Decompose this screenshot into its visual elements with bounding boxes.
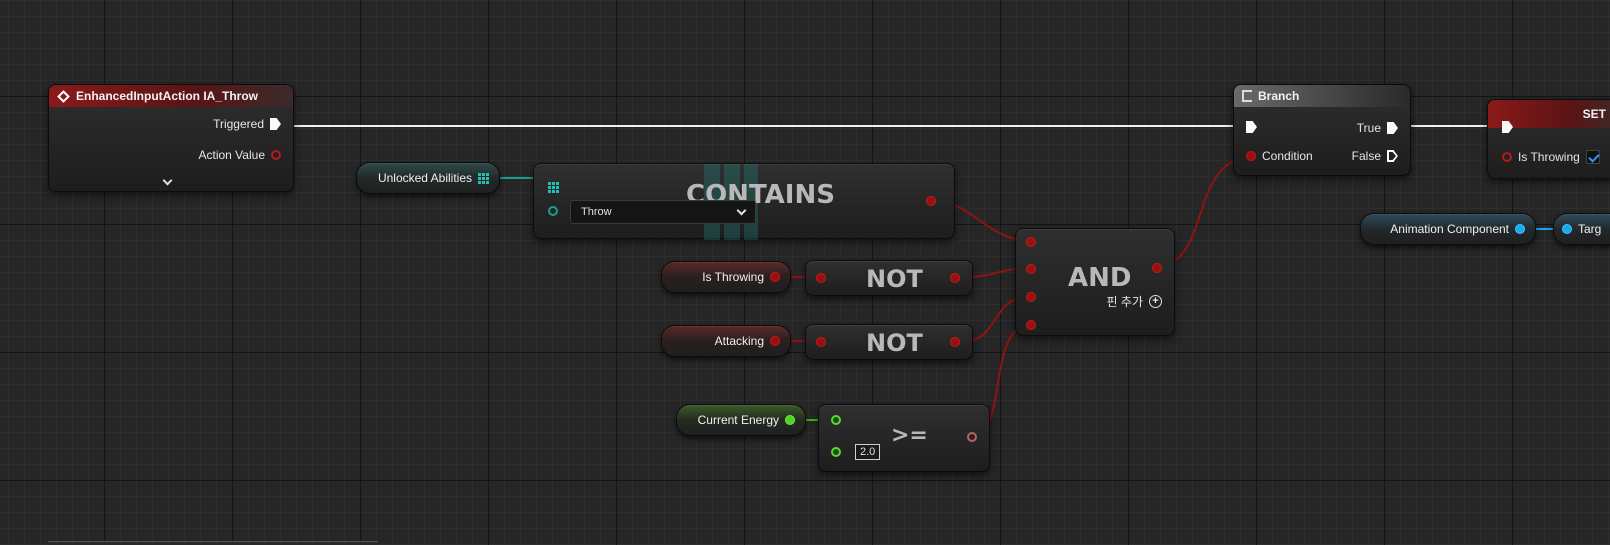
attacking-label: Attacking bbox=[714, 334, 764, 348]
diamond-event-icon bbox=[57, 89, 70, 103]
not2-title: NOT bbox=[866, 329, 923, 357]
and-in-pin-3[interactable] bbox=[1026, 292, 1036, 302]
chevron-down-icon bbox=[162, 175, 173, 186]
unlocked-abilities-getter[interactable]: Unlocked Abilities bbox=[356, 162, 500, 194]
ability-dropdown[interactable]: Throw bbox=[570, 200, 756, 224]
target-label: Targ bbox=[1578, 222, 1602, 236]
array-grid-icon[interactable] bbox=[548, 182, 559, 193]
and-title: AND bbox=[1068, 263, 1132, 293]
exec-out-pin[interactable] bbox=[270, 118, 281, 130]
compare-in-pin-a[interactable] bbox=[831, 415, 841, 425]
is-throwing-label: Is Throwing bbox=[702, 270, 764, 284]
not-node-1[interactable]: NOT bbox=[805, 260, 973, 296]
enum-in-pin[interactable] bbox=[548, 206, 558, 216]
ability-dropdown-value: Throw bbox=[581, 206, 612, 218]
branch-icon bbox=[1242, 90, 1252, 102]
array-grid-icon[interactable] bbox=[478, 172, 489, 184]
set-node[interactable]: SET Is Throwing bbox=[1487, 99, 1610, 179]
set-is-throwing-row[interactable]: Is Throwing bbox=[1502, 150, 1600, 164]
false-pin-row[interactable]: False bbox=[1352, 149, 1398, 163]
set-is-throwing-pin[interactable] bbox=[1502, 152, 1512, 162]
not2-out-pin[interactable] bbox=[950, 337, 960, 347]
animation-component-label: Animation Component bbox=[1390, 222, 1509, 236]
set-title: SET bbox=[1582, 107, 1606, 121]
compare-out-pin[interactable] bbox=[967, 432, 977, 442]
chevron-down-icon bbox=[736, 205, 747, 215]
not2-in-pin[interactable] bbox=[816, 337, 826, 347]
and-in-pin-2[interactable] bbox=[1026, 264, 1036, 274]
contains-out-pin[interactable] bbox=[926, 196, 936, 206]
set-is-throwing-label: Is Throwing bbox=[1518, 150, 1580, 164]
true-exec-pin[interactable] bbox=[1387, 122, 1398, 134]
not1-in-pin[interactable] bbox=[816, 273, 826, 283]
target-in-pin[interactable] bbox=[1562, 224, 1572, 234]
input-action-title: EnhancedInputAction IA_Throw bbox=[76, 89, 258, 103]
false-label: False bbox=[1351, 149, 1381, 163]
bottom-panel-edge bbox=[48, 541, 378, 545]
branch-header: Branch bbox=[1234, 85, 1410, 107]
false-exec-pin[interactable] bbox=[1387, 150, 1398, 162]
plus-circle-icon: + bbox=[1149, 295, 1162, 308]
current-energy-label: Current Energy bbox=[697, 413, 779, 427]
and-in-pin-1[interactable] bbox=[1026, 237, 1036, 247]
checkbox-checked-icon[interactable] bbox=[1585, 150, 1600, 164]
triggered-pin-row[interactable]: Triggered bbox=[213, 117, 281, 131]
add-pin-button[interactable]: 핀 추가 + bbox=[1107, 293, 1162, 310]
not1-title: NOT bbox=[866, 265, 923, 293]
attacking-out-pin[interactable] bbox=[770, 336, 780, 346]
action-value-pin[interactable] bbox=[271, 150, 281, 160]
condition-pin[interactable] bbox=[1246, 151, 1256, 161]
true-pin-row[interactable]: True bbox=[1357, 121, 1398, 135]
and-in-pin-4[interactable] bbox=[1026, 320, 1036, 330]
attacking-getter[interactable]: Attacking bbox=[661, 325, 791, 357]
expand-chevron[interactable] bbox=[162, 171, 173, 189]
target-node[interactable]: Targ bbox=[1553, 213, 1610, 245]
true-label: True bbox=[1356, 121, 1381, 135]
triggered-label: Triggered bbox=[213, 117, 264, 131]
input-action-node[interactable]: EnhancedInputAction IA_Throw Triggered A… bbox=[48, 84, 294, 192]
contains-node[interactable]: CONTAINS Throw bbox=[533, 163, 955, 240]
compare-value-input[interactable]: 2.0 bbox=[855, 444, 881, 460]
unlocked-abilities-label: Unlocked Abilities bbox=[377, 171, 472, 185]
contains-array-in-pin-row[interactable] bbox=[548, 172, 559, 193]
not1-out-pin[interactable] bbox=[950, 273, 960, 283]
is-throwing-out-pin[interactable] bbox=[770, 272, 780, 282]
animation-component-getter[interactable]: Animation Component bbox=[1360, 213, 1536, 245]
condition-label: Condition bbox=[1262, 149, 1313, 163]
compare-title: >= bbox=[891, 423, 928, 448]
not-node-2[interactable]: NOT bbox=[805, 324, 973, 360]
action-value-pin-row[interactable]: Action Value bbox=[198, 148, 281, 162]
add-pin-label: 핀 추가 bbox=[1106, 295, 1143, 309]
branch-title: Branch bbox=[1258, 89, 1300, 103]
input-action-header: EnhancedInputAction IA_Throw bbox=[49, 85, 293, 107]
condition-pin-row[interactable]: Condition bbox=[1246, 149, 1313, 163]
compare-node[interactable]: 2.0 >= bbox=[818, 404, 990, 472]
branch-exec-in-pin[interactable] bbox=[1246, 121, 1257, 133]
current-energy-out-pin[interactable] bbox=[785, 415, 795, 425]
current-energy-getter[interactable]: Current Energy bbox=[676, 404, 806, 436]
action-value-label: Action Value bbox=[198, 148, 266, 162]
is-throwing-getter[interactable]: Is Throwing bbox=[661, 261, 791, 293]
branch-node[interactable]: Branch Condition True False bbox=[1233, 84, 1411, 176]
and-node[interactable]: AND 핀 추가 + bbox=[1015, 228, 1175, 336]
animation-component-out-pin[interactable] bbox=[1515, 224, 1525, 234]
and-out-pin[interactable] bbox=[1152, 263, 1162, 273]
compare-in-pin-b[interactable] bbox=[831, 447, 841, 457]
